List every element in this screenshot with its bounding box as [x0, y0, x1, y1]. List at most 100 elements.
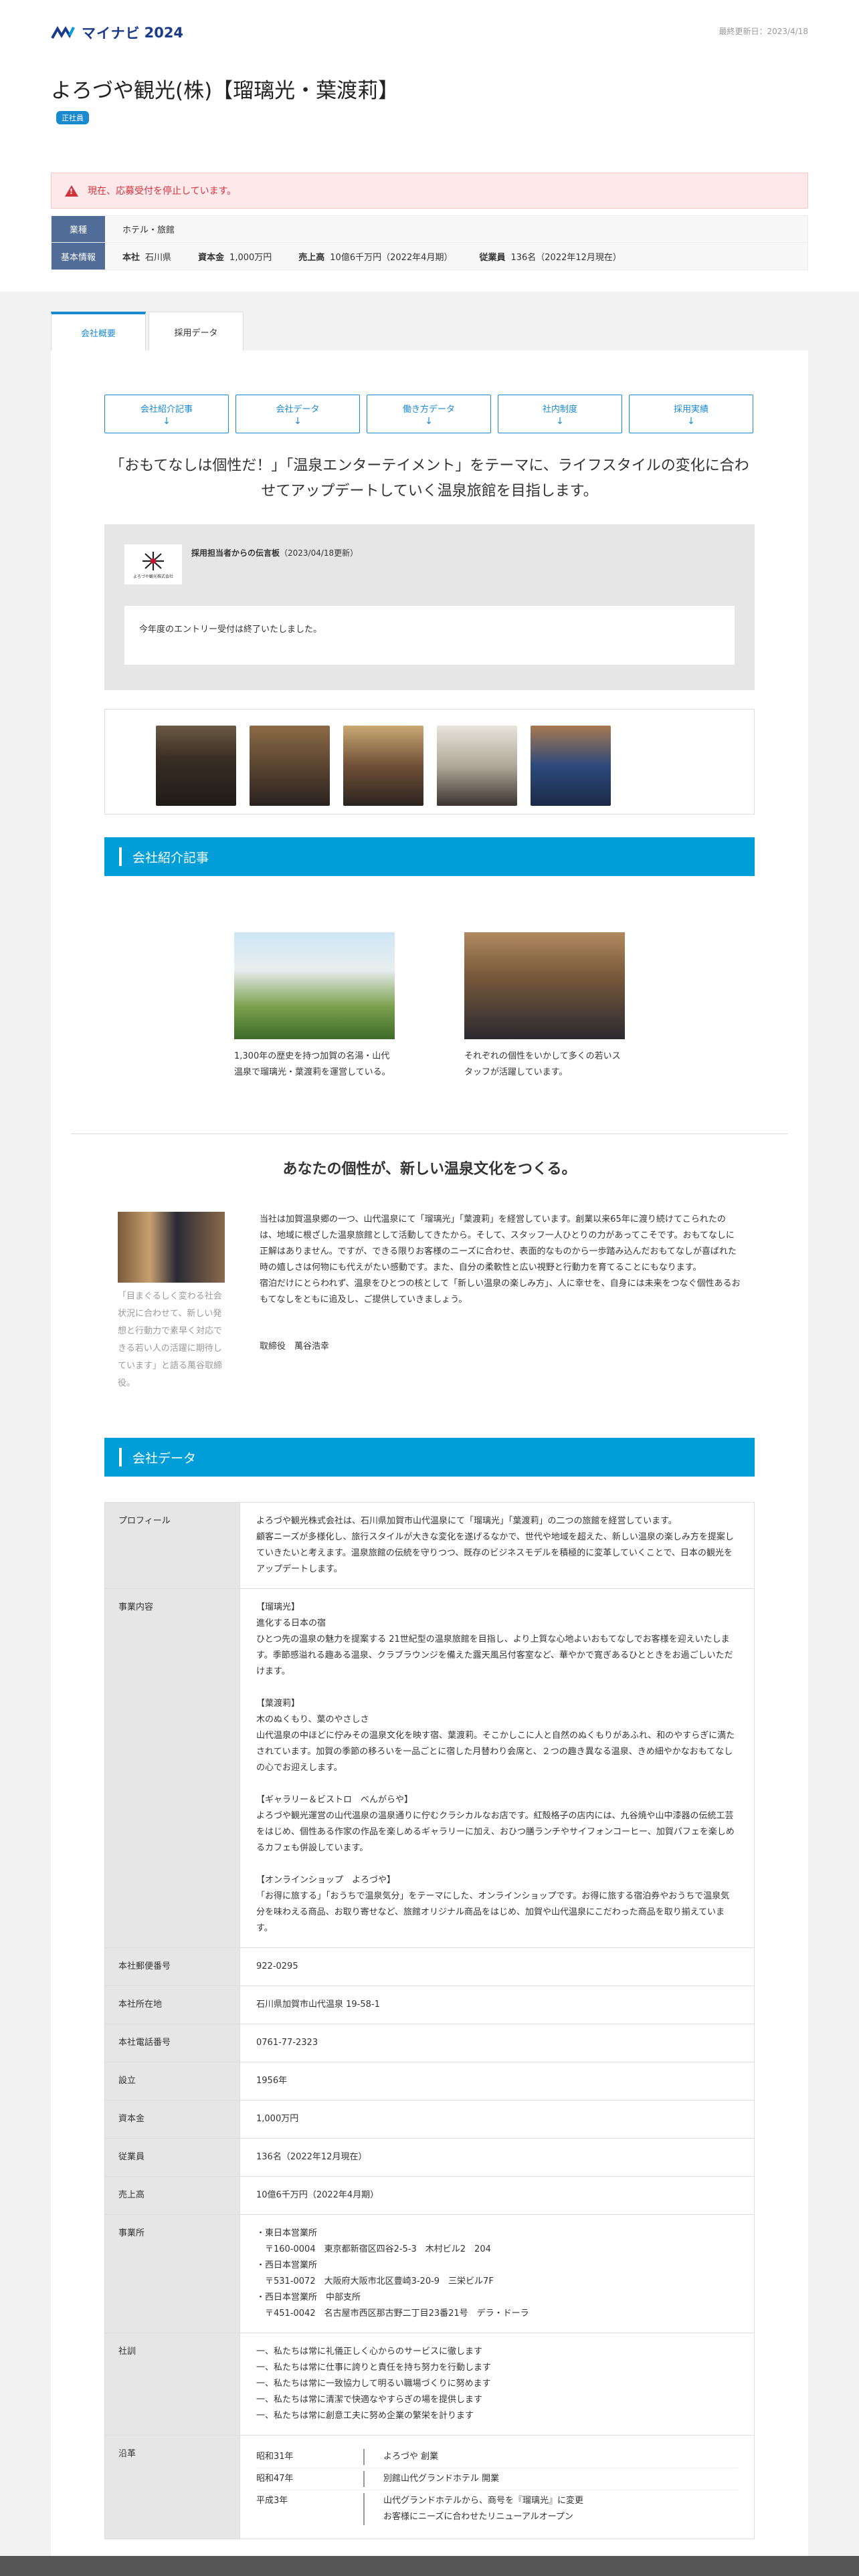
data-row: 本社所在地 石川県加賀市山代温泉 19-58-1: [104, 1985, 755, 2024]
logo-caption: よろづや観光株式会社: [132, 574, 173, 579]
nav-company-article-button[interactable]: 会社紹介記事 ↓: [104, 395, 229, 433]
data-value: 1956年: [240, 2062, 755, 2101]
data-row: 本社郵便番号 922-0295: [104, 1947, 755, 1986]
history-year: 平成3年: [256, 2496, 288, 2506]
nav-internal-system-button[interactable]: 社内制度 ↓: [498, 395, 622, 433]
data-value: よろづや観光株式会社は、石川県加賀市山代温泉にて「瑠璃光」「葉渡莉」の二つの旅館…: [240, 1502, 755, 1589]
data-key: 資本金: [104, 2100, 240, 2139]
story-heading: あなたの個性が、新しい温泉文化をつくる。: [282, 1161, 577, 1178]
section-heading-data: 会社データ: [104, 1438, 755, 1477]
data-row: 従業員 136名（2022年12月現在）: [104, 2138, 755, 2177]
data-value: ・東日本営業所 〒160-0004 東京都新宿区四谷2-5-3 木村ビル2 20…: [240, 2214, 755, 2333]
message-date: （2023/04/18更新）: [280, 548, 359, 558]
gallery-photo[interactable]: [156, 726, 236, 806]
data-key: 社訓: [104, 2333, 240, 2436]
article-caption: それぞれの個性をいかして多くの若いスタッフが活躍しています。: [464, 1051, 621, 1077]
data-key: 従業員: [104, 2138, 240, 2177]
sales-label: 売上高: [298, 252, 325, 263]
tab-recruit-data[interactable]: 採用データ: [149, 312, 244, 352]
history-item: 平成3年 山代グランドホテルから、商号を『瑠璃光』に変更 お客様にニーズに合わせた…: [256, 2490, 738, 2528]
data-key: 設立: [104, 2062, 240, 2101]
gallery-photo[interactable]: [250, 726, 330, 806]
executive-photo-caption: 「目まぐるしく変わる社会状況に合わせて、新しい発想と行動力で素早く対応できる若い…: [118, 1291, 223, 1388]
history-event: 別館山代グランドホテル 開業: [363, 2471, 499, 2487]
alert-text: 現在、応募受付を停止しています。: [88, 186, 237, 197]
basic-label: 基本情報: [52, 243, 105, 270]
nav-label: 働き方データ: [402, 404, 455, 415]
company-data-table: プロフィール よろづや観光株式会社は、石川県加賀市山代温泉にて「瑠璃光」「葉渡莉」…: [104, 1502, 755, 2539]
data-row: プロフィール よろづや観光株式会社は、石川県加賀市山代温泉にて「瑠璃光」「葉渡莉」…: [104, 1502, 755, 1589]
last-updated: 最終更新日：2023/4/18: [719, 27, 808, 36]
brand-name: マイナビ: [82, 25, 140, 41]
data-key: 売上高: [104, 2176, 240, 2215]
data-key: プロフィール: [104, 1502, 240, 1589]
data-value: 石川県加賀市山代温泉 19-58-1: [240, 1985, 755, 2024]
article-card[interactable]: それぞれの個性をいかして多くの若いスタッフが活躍しています。: [464, 932, 625, 1081]
page-title: よろづや観光(株)【瑠璃光・葉渡莉】: [51, 79, 399, 103]
nav-label: 会社データ: [276, 404, 320, 415]
company-logo: よろづや観光株式会社: [124, 544, 182, 584]
history-year: 昭和31年: [256, 2452, 294, 2462]
story-text: 当社は加賀温泉郷の一つ、山代温泉にて「瑠璃光」「葉渡莉」を経営しています。創業以…: [260, 1214, 741, 1305]
gallery-photo[interactable]: [531, 726, 611, 806]
mynavi-logo-icon: [51, 26, 75, 39]
anchor-nav: 会社紹介記事 ↓ 会社データ ↓ 働き方データ ↓ 社内制度 ↓ 採用実績 ↓: [104, 395, 760, 433]
data-row: 本社電話番号 0761-77-2323: [104, 2024, 755, 2062]
catch-copy: 「おもてなしは個性だ！」「温泉エンターテイメント」をテーマに、ライフスタイルの変…: [110, 457, 749, 500]
nav-company-data-button[interactable]: 会社データ ↓: [235, 395, 360, 433]
data-key: 本社所在地: [104, 1985, 240, 2024]
message-title: 採用担当者からの伝言板（2023/04/18更新）: [191, 547, 358, 558]
arrow-down-icon: ↓: [425, 415, 433, 427]
photo-gallery: [104, 709, 755, 815]
gallery-photo[interactable]: [437, 726, 517, 806]
bottom-bar: [0, 2556, 859, 2576]
company-logo-icon: [142, 551, 164, 570]
nav-label: 採用実績: [673, 404, 708, 415]
industry-value: ホテル・旅館: [105, 216, 807, 242]
history-event: よろづや 創業: [363, 2449, 438, 2465]
data-key: 沿革: [104, 2435, 240, 2539]
history-row: 沿革 昭和31年 よろづや 創業昭和47年 別館山代グランドホテル 開業平成3年 山代グ…: [104, 2435, 755, 2539]
basic-values: 本社 石川県 資本金 1,000万円 売上高 10億6千万円（2022年4月期） 従業…: [105, 243, 807, 270]
article-photo: [234, 932, 395, 1039]
industry-label: 業種: [52, 216, 105, 242]
closed-alert: 現在、応募受付を停止しています。: [51, 173, 808, 209]
gallery-photo[interactable]: [343, 726, 423, 806]
data-key: 本社電話番号: [104, 2024, 240, 2062]
nav-label: 会社紹介記事: [140, 404, 193, 415]
history-year: 昭和47年: [256, 2474, 294, 2484]
employees-label: 従業員: [479, 252, 506, 263]
data-value: 136名（2022年12月現在）: [240, 2138, 755, 2177]
history-item: 昭和47年 別館山代グランドホテル 開業: [256, 2468, 738, 2490]
recruiter-message-box: よろづや観光株式会社 採用担当者からの伝言板（2023/04/18更新） 今年度…: [104, 524, 755, 690]
section-heading-intro: 会社紹介記事: [104, 837, 755, 876]
nav-workstyle-data-button[interactable]: 働き方データ ↓: [367, 395, 491, 433]
nav-hiring-record-button[interactable]: 採用実績 ↓: [629, 395, 753, 433]
industry-row: 業種 ホテル・旅館: [52, 216, 807, 243]
arrow-down-icon: ↓: [163, 415, 171, 427]
data-row: 設立 1956年: [104, 2062, 755, 2101]
mynavi-logo[interactable]: マイナビ 2024: [51, 23, 183, 43]
article-photo: [464, 932, 625, 1039]
data-key: 事業内容: [104, 1588, 240, 1948]
history-list: 昭和31年 よろづや 創業昭和47年 別館山代グランドホテル 開業平成3年 山代グラン…: [240, 2435, 755, 2539]
data-key: 本社郵便番号: [104, 1947, 240, 1986]
article-card[interactable]: 1,300年の歴史を持つ加賀の名湯・山代温泉で瑠璃光・葉渡莉を運営している。: [234, 932, 395, 1081]
page-tabs: 会社概要 採用データ: [51, 312, 246, 352]
sales-value: 10億6千万円（2022年4月期）: [330, 252, 453, 263]
basic-info-table: 業種 ホテル・旅館 基本情報 本社 石川県 資本金 1,000万円 売上高 10億6千…: [51, 215, 808, 270]
arrow-down-icon: ↓: [294, 415, 302, 427]
tab-company-overview[interactable]: 会社概要: [51, 312, 146, 352]
message-heading: 採用担当者からの伝言板: [191, 548, 280, 558]
data-value: 【瑠璃光】 進化する日本の宿 ひとつ先の温泉の魅力を提案する 21世紀型の温泉旅…: [240, 1588, 755, 1948]
data-row: 売上高 10億6千万円（2022年4月期）: [104, 2176, 755, 2215]
brand-year: 2024: [144, 25, 184, 41]
arrow-down-icon: ↓: [687, 415, 695, 427]
data-row: 事業内容 【瑠璃光】 進化する日本の宿 ひとつ先の温泉の魅力を提案する 21世紀型…: [104, 1588, 755, 1948]
nav-label: 社内制度: [542, 404, 577, 415]
hq-label: 本社: [122, 252, 140, 263]
site-header: マイナビ 2024 最終更新日：2023/4/18: [0, 0, 859, 64]
capital-label: 資本金: [198, 252, 225, 263]
history-event: 山代グランドホテルから、商号を『瑠璃光』に変更 お客様にニーズに合わせたリニュー…: [363, 2493, 583, 2525]
warning-icon: [65, 185, 78, 197]
